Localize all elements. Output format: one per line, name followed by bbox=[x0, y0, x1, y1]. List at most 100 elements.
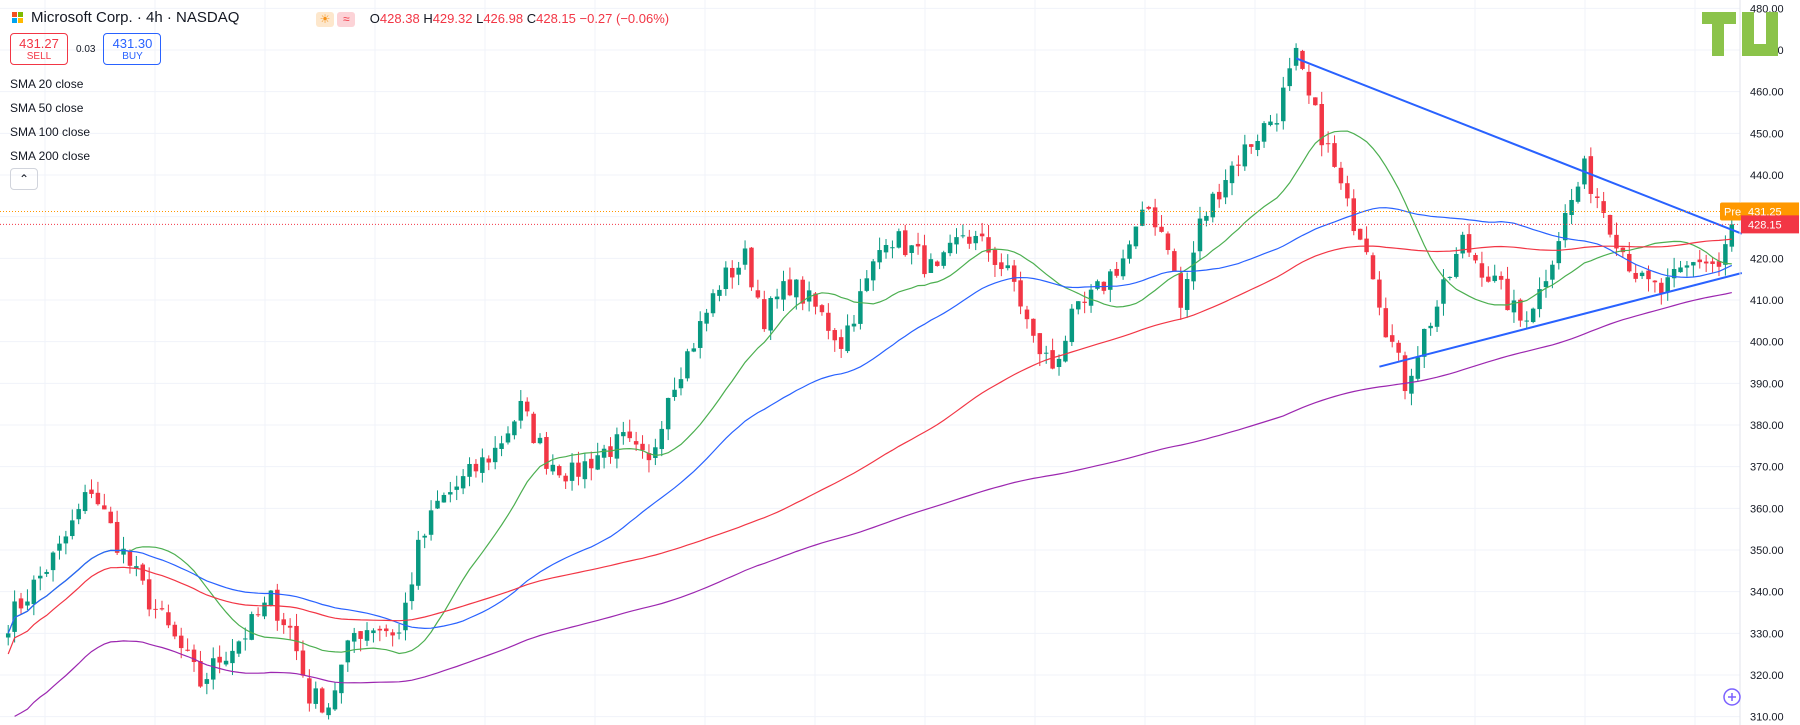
candle-body bbox=[198, 661, 203, 687]
candle-body bbox=[826, 312, 831, 331]
buy-button[interactable]: 431.30 BUY bbox=[103, 33, 162, 65]
candle-body bbox=[845, 325, 850, 352]
candle-body bbox=[1729, 224, 1735, 247]
candle-body bbox=[909, 245, 914, 253]
market-status-icon[interactable]: ≈ bbox=[337, 12, 356, 27]
candle-body bbox=[1140, 209, 1145, 226]
candle-body bbox=[531, 413, 536, 444]
candle-body bbox=[159, 608, 165, 610]
high-value: 429.32 bbox=[432, 11, 473, 26]
candle-body bbox=[1543, 281, 1549, 288]
candle-body bbox=[589, 458, 594, 469]
candle-body bbox=[1434, 306, 1440, 327]
candle-body bbox=[1287, 68, 1292, 87]
symbol-header: Microsoft Corp. · 4h · NASDAQ bbox=[12, 9, 239, 26]
candle-body bbox=[95, 492, 101, 505]
price-axis-tick-label: 370.00 bbox=[1750, 462, 1784, 474]
candle-body bbox=[774, 296, 780, 300]
candle-body bbox=[794, 279, 799, 298]
candle-body bbox=[1063, 340, 1068, 362]
candle-body bbox=[967, 236, 972, 244]
candle-body bbox=[524, 401, 530, 412]
candle-body bbox=[217, 656, 222, 663]
candle-body bbox=[691, 348, 697, 352]
indicator-sma50[interactable]: SMA 50 close bbox=[10, 99, 90, 123]
candle-body bbox=[1338, 167, 1344, 184]
candle-body bbox=[1075, 301, 1081, 310]
candle-body bbox=[1684, 265, 1690, 268]
indicator-sma20[interactable]: SMA 20 close bbox=[10, 75, 90, 99]
indicator-sma100[interactable]: SMA 100 close bbox=[10, 123, 90, 147]
candle-body bbox=[601, 448, 607, 458]
candle-body bbox=[467, 464, 472, 477]
candle-body bbox=[653, 447, 658, 458]
candle-body bbox=[492, 447, 498, 463]
candle-body bbox=[1146, 206, 1151, 209]
candle-body bbox=[1511, 300, 1517, 313]
candle-body bbox=[1313, 97, 1318, 106]
symbol-title[interactable]: Microsoft Corp. · 4h · NASDAQ bbox=[31, 9, 239, 26]
close-label: C bbox=[526, 11, 537, 26]
candle-body bbox=[1364, 238, 1369, 253]
candle-body bbox=[50, 552, 56, 571]
sell-price: 431.27 bbox=[19, 36, 59, 51]
candle-body bbox=[76, 509, 81, 520]
price-axis-tick-label: 390.00 bbox=[1750, 378, 1784, 390]
candle-body bbox=[1345, 183, 1350, 199]
candle-body bbox=[890, 247, 895, 249]
candle-body bbox=[729, 267, 735, 278]
candle-body bbox=[633, 441, 639, 445]
candle-body bbox=[1389, 335, 1395, 342]
candle-body bbox=[928, 259, 934, 273]
market-hours-icon[interactable]: ☀ bbox=[316, 12, 334, 27]
candle-body bbox=[704, 312, 709, 324]
trendline-upper bbox=[1295, 57, 1743, 235]
candle-body bbox=[1703, 261, 1709, 264]
price-chart[interactable]: 310.00 320.00 330.00 340.00 350.00 360.00 370.… bbox=[0, 0, 1800, 725]
candle-body bbox=[742, 248, 748, 265]
candle-body bbox=[1562, 213, 1568, 241]
candle-body bbox=[659, 428, 665, 450]
candle-body bbox=[1197, 218, 1203, 252]
price-axis-tick-label: 360.00 bbox=[1750, 503, 1784, 515]
candle-body bbox=[1204, 215, 1209, 221]
candle-body bbox=[102, 505, 107, 510]
price-axis-tick-label: 400.00 bbox=[1750, 337, 1784, 349]
candle-body bbox=[1274, 123, 1280, 125]
candle-body bbox=[954, 237, 959, 245]
candle-body bbox=[915, 243, 921, 247]
candle-body bbox=[1159, 226, 1164, 232]
candle-body bbox=[665, 397, 671, 430]
candle-body bbox=[82, 492, 88, 512]
candle-body bbox=[358, 631, 363, 639]
candle-body bbox=[1184, 279, 1190, 310]
tradingview-logo-icon: TV bbox=[1702, 12, 1778, 56]
candle-body bbox=[1261, 123, 1267, 142]
price-axis-tick-label: 330.00 bbox=[1750, 628, 1784, 640]
last-price: 428.15 bbox=[1748, 219, 1782, 231]
candle-body bbox=[390, 632, 395, 636]
open-value: 428.38 bbox=[379, 11, 420, 26]
candle-body bbox=[319, 688, 325, 713]
candle-body bbox=[63, 536, 69, 544]
trendline-lower bbox=[1379, 272, 1743, 368]
candle-body bbox=[621, 432, 626, 437]
price-axis-tick-label: 380.00 bbox=[1750, 420, 1784, 432]
chevron-up-icon[interactable]: ⌃ bbox=[10, 168, 38, 190]
candle-body bbox=[1594, 196, 1600, 198]
candle-body bbox=[422, 535, 427, 538]
candle-body bbox=[300, 650, 306, 676]
candle-body bbox=[947, 242, 953, 254]
candle-body bbox=[870, 261, 876, 281]
candle-body bbox=[736, 267, 741, 275]
candle-body bbox=[819, 305, 825, 313]
candle-body bbox=[448, 492, 453, 495]
candle-body bbox=[178, 635, 184, 649]
high-label: H bbox=[423, 11, 433, 26]
candle-body bbox=[1069, 308, 1075, 343]
sell-button[interactable]: 431.27 SELL bbox=[10, 33, 68, 65]
candle-body bbox=[249, 614, 254, 640]
candle-body bbox=[89, 489, 94, 494]
candle-body bbox=[486, 458, 492, 463]
candle-body bbox=[1268, 121, 1273, 126]
